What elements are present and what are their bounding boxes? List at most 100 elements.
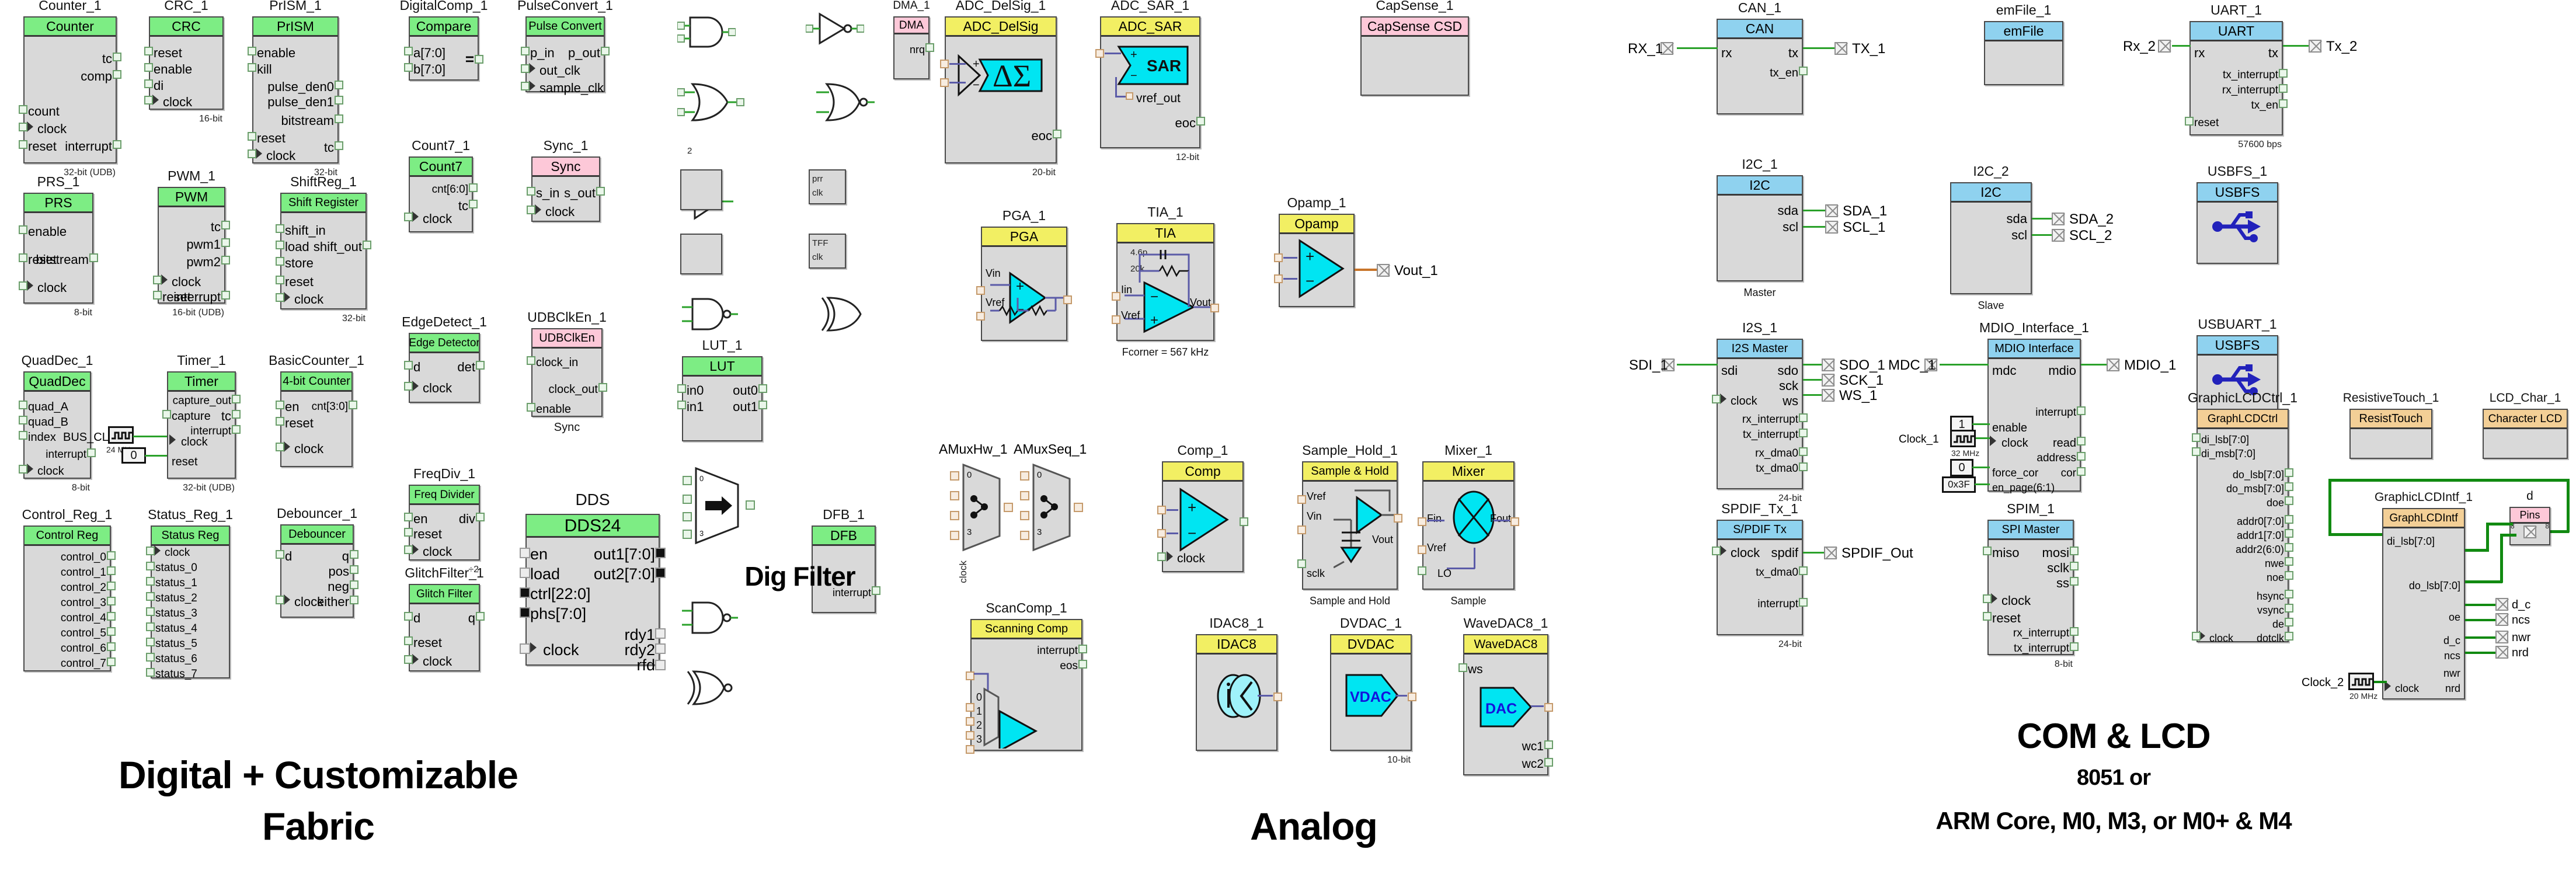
terminal-clock[interactable] <box>276 596 284 604</box>
terminal-pos[interactable] <box>350 565 358 574</box>
component-spim-1[interactable]: SPIM_1 SPI Master miso mosi sclk ss cloc… <box>1983 502 2079 669</box>
component-counter-1[interactable]: Counter_1 Counter tc comp count clock re… <box>19 0 121 178</box>
component-mixer-1[interactable]: Mixer_1 Mixer Fin Fout Vref LO Sample <box>1418 444 1519 607</box>
terminal-clock[interactable] <box>153 276 162 284</box>
component-tia-1[interactable]: TIA_1 TIA 4.6p 20k − + Iin Vref Vout Fco… <box>1112 206 1219 358</box>
component-resistivetouch-1[interactable]: ResistiveTouch_1 ResistTouch <box>2343 391 2439 459</box>
terminal-enable[interactable] <box>19 225 27 234</box>
terminal-capture-out[interactable] <box>232 395 241 403</box>
terminal-tx-en[interactable] <box>2279 99 2288 108</box>
terminal-quad-a[interactable] <box>19 401 27 409</box>
terminal-hsync[interactable] <box>2285 590 2293 598</box>
component-quaddec-1[interactable]: QuadDec_1 QuadDec quad_A quad_B index in… <box>19 354 96 493</box>
terminal-rx-interrupt[interactable] <box>2279 84 2288 93</box>
terminal-kill[interactable] <box>248 63 256 72</box>
terminal-out-clk[interactable] <box>521 64 530 73</box>
component-wavedac8-1[interactable]: WaveDAC8_1 WaveDAC8 ws DAC wc1 wc2 <box>1458 617 1553 775</box>
terminal-clock[interactable] <box>1157 552 1166 561</box>
terminal-a[interactable] <box>404 47 413 55</box>
component-basiccounter-1[interactable]: BasicCounter_1 4-bit Counter en cnt[3:0]… <box>269 354 364 467</box>
terminal-cnt[interactable] <box>349 401 357 409</box>
terminal-q[interactable] <box>350 550 358 559</box>
terminal-read[interactable] <box>2077 437 2086 446</box>
terminal-control-5[interactable] <box>107 627 116 636</box>
terminal-s-in[interactable] <box>527 187 535 196</box>
terminal-pulse-den0[interactable] <box>335 81 343 89</box>
terminal-iin[interactable] <box>1112 292 1120 301</box>
component-edgedetect-1[interactable]: EdgeDetect_1 Edge Detector d det clock <box>402 315 487 403</box>
const-zero[interactable]: 0 <box>121 447 146 464</box>
io-terminal-tx2[interactable] <box>2309 40 2321 53</box>
terminal-dvdac-out[interactable] <box>1408 692 1416 701</box>
terminal-clock[interactable] <box>1983 594 1992 603</box>
io-terminal-tx1[interactable] <box>1834 42 1847 55</box>
terminal-reset[interactable] <box>404 528 413 537</box>
terminal-clock-in[interactable] <box>527 356 535 365</box>
io-terminal-sda1[interactable] <box>1825 204 1838 217</box>
terminal-nrq[interactable] <box>925 43 934 52</box>
terminal-det[interactable] <box>476 361 485 370</box>
terminal-address[interactable] <box>2077 452 2086 461</box>
terminal-clock[interactable] <box>404 382 413 391</box>
terminal-lo[interactable] <box>1418 566 1426 575</box>
component-lcd-char-1[interactable]: LCD_Char_1 Character LCD <box>2483 391 2568 459</box>
component-crc-1[interactable]: CRC_1 CRC reset enable di clock 16-bit <box>144 0 224 124</box>
terminal-d[interactable] <box>276 550 284 559</box>
terminal-reset[interactable] <box>276 276 284 284</box>
io-terminal-ncs[interactable] <box>2495 613 2508 626</box>
terminal-tx-dma0[interactable] <box>1799 566 1808 575</box>
terminal-out1[interactable] <box>655 548 666 558</box>
terminal-dotclk[interactable] <box>2285 632 2293 641</box>
io-terminal-nwr[interactable] <box>2495 631 2508 643</box>
terminal-tx-interrupt[interactable] <box>2279 69 2288 78</box>
terminal-clock[interactable] <box>19 281 27 290</box>
terminal-ss[interactable] <box>2070 577 2079 586</box>
component-digitalcomp-1[interactable]: DigitalComp_1 Compare a[7:0] b[7:0] = <box>400 0 488 81</box>
component-status-reg-1[interactable]: Status_Reg_1 Status Reg clock status_0 s… <box>146 508 233 680</box>
component-glitchfilter-1[interactable]: GlitchFilter_1 Glitch Filter d q reset c… <box>404 566 485 671</box>
terminal-reset[interactable] <box>144 47 153 55</box>
terminal-interrupt[interactable] <box>1078 645 1087 653</box>
terminal-div[interactable] <box>476 513 485 521</box>
component-can-1[interactable]: CAN_1 CAN rx tx tx_en <box>1717 1 1808 114</box>
terminal-shift-out[interactable] <box>363 241 371 249</box>
io-terminal-dc[interactable] <box>2495 598 2508 611</box>
terminal-count[interactable] <box>19 105 27 114</box>
terminal-s-out[interactable] <box>596 187 605 196</box>
component-emfile-1[interactable]: emFile_1 emFile <box>1984 4 2063 85</box>
terminal-status-3[interactable] <box>146 607 155 616</box>
terminal-clock[interactable] <box>19 123 27 131</box>
component-control-reg-1[interactable]: Control_Reg_1 Control Reg control_0 cont… <box>22 508 116 671</box>
io-terminal-scl2[interactable] <box>2052 229 2065 242</box>
terminal-scan-0[interactable] <box>966 703 974 712</box>
terminal-en[interactable] <box>404 513 413 521</box>
component-spdif-tx-1[interactable]: SPDIF_Tx_1 S/PDIF Tx clock spdif tx_dma0… <box>1712 502 1808 649</box>
terminal-tc[interactable] <box>113 53 121 61</box>
terminal-sh-out[interactable] <box>1394 514 1402 523</box>
io-terminal-sdo1[interactable] <box>1822 359 1834 371</box>
terminal-status-7[interactable] <box>146 668 155 677</box>
component-timer-1[interactable]: Timer_1 Timer capture_out capture tc int… <box>162 354 241 493</box>
terminal-pulse-den1[interactable] <box>335 96 343 105</box>
terminal-nwe[interactable] <box>2285 557 2293 566</box>
terminal-clock[interactable] <box>527 206 535 214</box>
component-tff-small[interactable]: TFF clk <box>809 234 846 269</box>
terminal-scan-1[interactable] <box>966 717 974 726</box>
terminal-reset[interactable] <box>1983 612 1992 621</box>
terminal-mosi[interactable] <box>2070 547 2079 555</box>
terminal-vref[interactable] <box>1297 495 1306 504</box>
terminal-do-lsb[interactable] <box>2285 468 2293 477</box>
terminal-pga-out[interactable] <box>1063 295 1072 304</box>
terminal-enable[interactable] <box>144 63 153 72</box>
terminal-control-6[interactable] <box>107 642 116 651</box>
terminal-tc[interactable] <box>221 221 230 229</box>
component-dvdac-1[interactable]: DVDAC_1 DVDAC VDAC 10-bit <box>1330 617 1416 765</box>
terminal-status-5[interactable] <box>146 638 155 646</box>
terminal-store[interactable] <box>276 257 284 266</box>
terminal-p-in[interactable] <box>521 47 530 55</box>
component-scancomp-1[interactable]: ScanComp_1 Scanning Comp interrupt eos 0… <box>966 601 1087 754</box>
terminal-load[interactable] <box>276 241 284 249</box>
component-dff-small[interactable]: prr clk <box>809 169 846 204</box>
terminal-enable[interactable] <box>527 403 535 412</box>
terminal-clock[interactable] <box>19 465 27 474</box>
